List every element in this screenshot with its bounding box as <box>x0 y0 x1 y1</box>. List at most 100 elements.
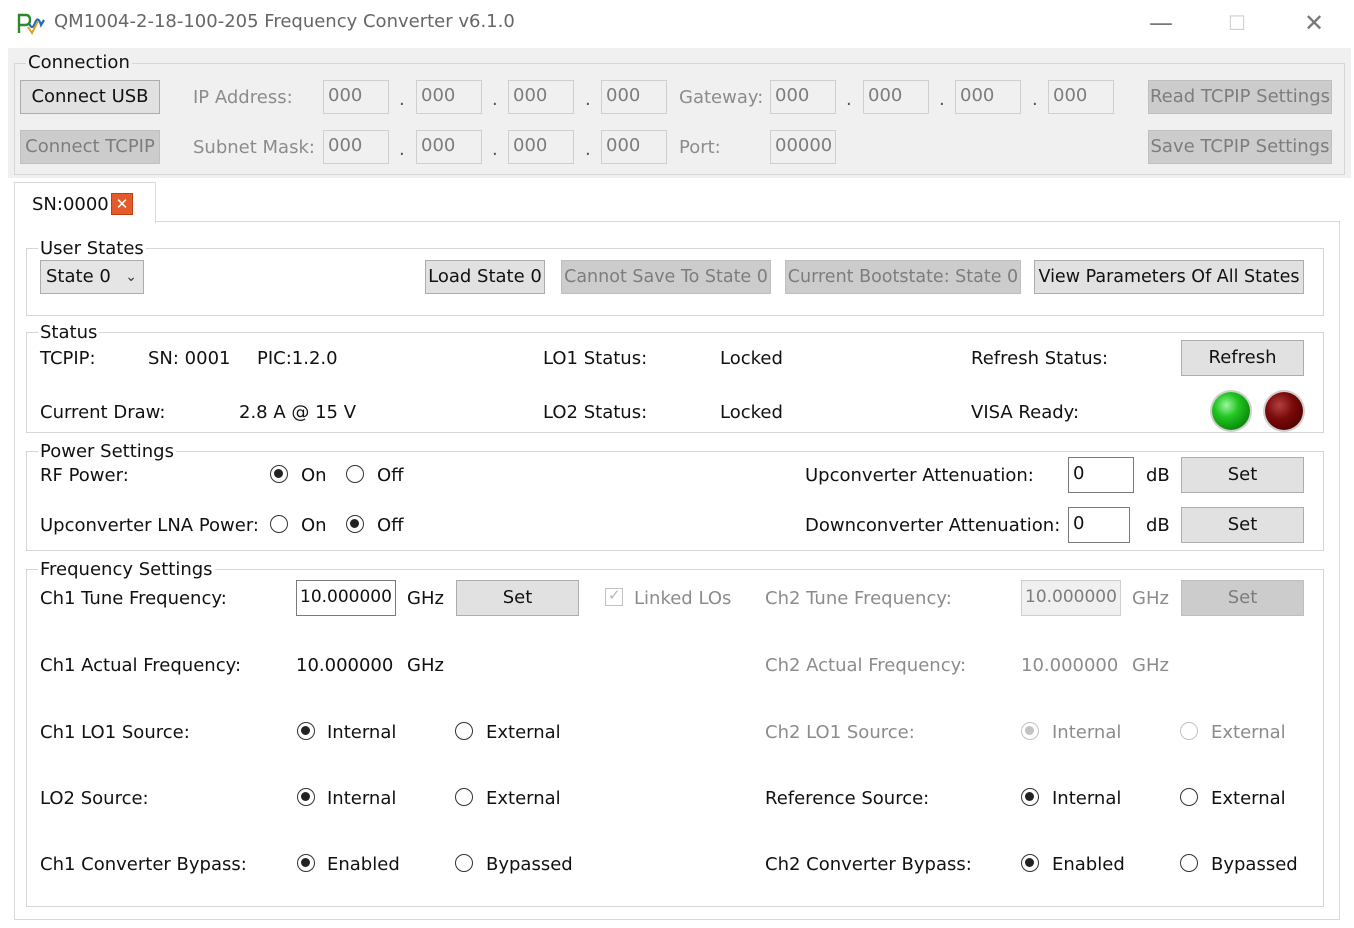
lo1-status-value: Locked <box>720 348 783 369</box>
ch2-lo1-internal-label[interactable]: Internal <box>1052 722 1121 744</box>
ch1-lo1-external-label[interactable]: External <box>486 722 561 744</box>
lo2-external-radio[interactable] <box>455 788 473 806</box>
ch1-actual-frequency-value: 10.000000 <box>296 655 394 676</box>
ch2-lo1-external-label[interactable]: External <box>1211 722 1286 744</box>
rf-power-off-radio[interactable] <box>346 465 364 483</box>
set-ch2-frequency-button[interactable]: Set <box>1181 580 1304 616</box>
state-select[interactable]: State 0 ⌄ <box>40 260 144 294</box>
ch2-lo1-external-radio[interactable] <box>1180 722 1198 740</box>
ch2-tune-frequency-input[interactable]: 10.000000 <box>1021 580 1121 616</box>
ready-led-green-icon <box>1212 392 1250 430</box>
ch1-lo1-internal-radio[interactable] <box>297 722 315 740</box>
gateway-octet-4[interactable]: 000 <box>1048 80 1114 114</box>
set-downconverter-attenuation-button[interactable]: Set <box>1181 507 1304 543</box>
chevron-down-icon: ⌄ <box>125 269 137 285</box>
lna-power-on-radio[interactable] <box>270 515 288 533</box>
ch1-bypass-enabled-radio[interactable] <box>297 854 315 872</box>
ch2-lo1-source-label: Ch2 LO1 Source: <box>765 722 915 743</box>
close-tab-icon[interactable]: ✕ <box>111 193 133 215</box>
ch1-lo1-external-radio[interactable] <box>455 722 473 740</box>
ch2-bypass-bypassed-label[interactable]: Bypassed <box>1211 854 1298 876</box>
rf-power-on-label[interactable]: On <box>301 465 327 487</box>
ch2-actual-ghz-unit: GHz <box>1132 655 1169 676</box>
save-tcpip-settings-button[interactable]: Save TCPIP Settings <box>1148 130 1332 164</box>
state-select-value: State 0 <box>46 266 111 287</box>
lo2-status-value: Locked <box>720 402 783 423</box>
ch1-bypass-bypassed-label[interactable]: Bypassed <box>486 854 573 876</box>
minimize-button[interactable]: — <box>1141 8 1181 38</box>
ch1-actual-frequency-label: Ch1 Actual Frequency: <box>40 655 242 676</box>
status-legend: Status <box>38 322 100 344</box>
ip-octet-3[interactable]: 000 <box>508 80 574 114</box>
gateway-octet-2[interactable]: 000 <box>863 80 929 114</box>
lo1-status-label: LO1 Status: <box>543 348 648 369</box>
subnet-octet-1[interactable]: 000 <box>323 130 389 164</box>
ch2-bypass-enabled-label[interactable]: Enabled <box>1052 854 1125 876</box>
lna-power-label: Upconverter LNA Power: <box>40 515 259 536</box>
rf-power-off-label[interactable]: Off <box>377 465 404 487</box>
ch2-converter-bypass-label: Ch2 Converter Bypass: <box>765 854 972 875</box>
subnet-octet-3[interactable]: 000 <box>508 130 574 164</box>
port-label: Port: <box>679 137 721 158</box>
view-all-states-button[interactable]: View Parameters Of All States <box>1034 260 1304 294</box>
close-button[interactable]: ✕ <box>1294 8 1334 38</box>
ch1-actual-ghz-unit: GHz <box>407 655 444 676</box>
error-led-red-icon <box>1265 392 1303 430</box>
lo2-source-label: LO2 Source: <box>40 788 149 809</box>
ip-octet-4[interactable]: 000 <box>601 80 667 114</box>
set-upconverter-attenuation-button[interactable]: Set <box>1181 457 1304 493</box>
title-bar: QM1004-2-18-100-205 Frequency Converter … <box>0 0 1354 46</box>
downconverter-attenuation-input[interactable]: 0 <box>1068 507 1130 543</box>
tab-sn-0000[interactable]: SN:0000 ✕ <box>14 182 156 223</box>
subnet-dot: . <box>585 139 591 160</box>
refresh-button[interactable]: Refresh <box>1181 340 1304 376</box>
ip-octet-1[interactable]: 000 <box>323 80 389 114</box>
reference-internal-radio[interactable] <box>1021 788 1039 806</box>
ch2-bypass-bypassed-radio[interactable] <box>1180 854 1198 872</box>
serial-number: SN: 0001 <box>148 348 231 369</box>
ch2-lo1-internal-radio[interactable] <box>1021 722 1039 740</box>
connect-usb-button[interactable]: Connect USB <box>20 80 160 114</box>
ch1-lo1-internal-label[interactable]: Internal <box>327 722 396 744</box>
lna-power-on-label[interactable]: On <box>301 515 327 537</box>
reference-external-label[interactable]: External <box>1211 788 1286 810</box>
connect-tcpip-button[interactable]: Connect TCPIP <box>20 130 160 164</box>
subnet-octet-2[interactable]: 000 <box>416 130 482 164</box>
ch1-tune-frequency-input[interactable]: 10.000000 <box>296 580 396 616</box>
subnet-octet-4[interactable]: 000 <box>601 130 667 164</box>
reference-source-label: Reference Source: <box>765 788 930 809</box>
ch2-bypass-enabled-radio[interactable] <box>1021 854 1039 872</box>
lo2-external-label[interactable]: External <box>486 788 561 810</box>
ch1-bypass-bypassed-radio[interactable] <box>455 854 473 872</box>
ch1-bypass-enabled-label[interactable]: Enabled <box>327 854 400 876</box>
lo2-internal-radio[interactable] <box>297 788 315 806</box>
downconverter-attenuation-label: Downconverter Attenuation: <box>805 515 1061 536</box>
gateway-octet-1[interactable]: 000 <box>770 80 836 114</box>
ip-dot: . <box>585 89 591 110</box>
upconverter-attenuation-input[interactable]: 0 <box>1068 457 1134 493</box>
read-tcpip-settings-button[interactable]: Read TCPIP Settings <box>1148 80 1332 114</box>
save-state-button[interactable]: Cannot Save To State 0 <box>561 260 771 294</box>
reference-external-radio[interactable] <box>1180 788 1198 806</box>
load-state-button[interactable]: Load State 0 <box>425 260 545 294</box>
frequency-settings-legend: Frequency Settings <box>38 559 215 581</box>
ip-octet-2[interactable]: 000 <box>416 80 482 114</box>
current-bootstate-button[interactable]: Current Bootstate: State 0 <box>785 260 1021 294</box>
checkmark-icon: ✓ <box>608 586 621 604</box>
port-field[interactable]: 00000 <box>770 130 836 164</box>
linked-los-checkbox[interactable]: ✓ <box>605 586 623 606</box>
lo2-internal-label[interactable]: Internal <box>327 788 396 810</box>
rf-power-on-radio[interactable] <box>270 465 288 483</box>
power-settings-legend: Power Settings <box>38 441 176 463</box>
visa-ready-label: VISA Ready: <box>971 402 1080 423</box>
linked-los-label[interactable]: Linked LOs <box>634 588 731 610</box>
lna-power-off-label[interactable]: Off <box>377 515 404 537</box>
reference-internal-label[interactable]: Internal <box>1052 788 1121 810</box>
gateway-octet-3[interactable]: 000 <box>955 80 1021 114</box>
subnet-mask-label: Subnet Mask: <box>193 137 315 158</box>
app-icon <box>17 13 45 35</box>
maximize-button[interactable]: ☐ <box>1217 8 1257 38</box>
gateway-dot: . <box>846 89 852 110</box>
lna-power-off-radio[interactable] <box>346 515 364 533</box>
set-ch1-frequency-button[interactable]: Set <box>456 580 579 616</box>
